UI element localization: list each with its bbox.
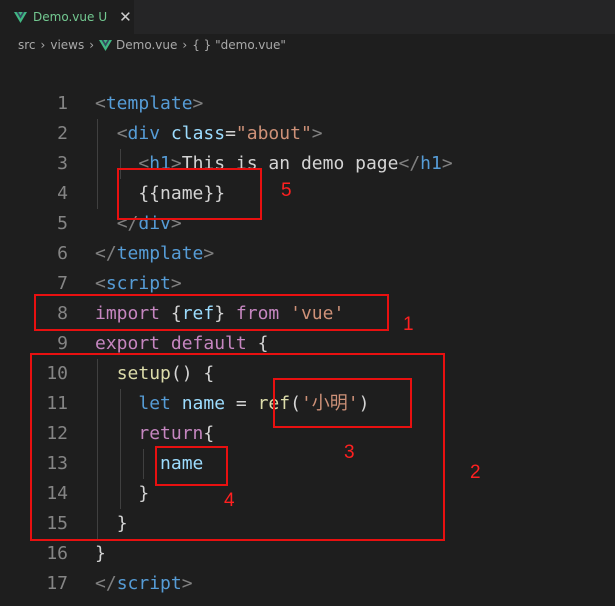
line-number: 4 [57,183,68,204]
code-token: < [116,123,128,144]
line-number: 3 [57,153,68,174]
code-line[interactable]: 5 </div> [0,209,615,239]
code-token: export [95,333,161,354]
code-token: > [181,573,193,594]
annotation-box-5 [117,168,262,220]
code-content: </script> [95,569,193,599]
code-line[interactable]: 6 </template> [0,239,615,269]
code-token: > [192,93,204,114]
untracked-status-badge: U [98,10,108,24]
breadcrumb: src › views › Demo.vue › { } "demo.vue" [0,34,615,56]
tab-bar: Demo.vue U ✕ [0,0,615,34]
code-token: default [170,333,247,354]
line-number: 5 [57,213,68,234]
tab-demo-vue[interactable]: Demo.vue U ✕ [0,0,134,34]
code-line[interactable]: 3 <h1>This is an demo page</h1> [0,149,615,179]
code-token: script [116,573,182,594]
code-content: <template> [95,89,203,119]
code-token: template [105,93,193,114]
annotation-box-4 [155,446,228,486]
close-tab-icon[interactable]: ✕ [119,8,132,26]
code-content: } [95,539,106,569]
breadcrumb-file-label: Demo.vue [116,38,178,52]
line-number: 16 [46,543,68,564]
code-content: </template> [95,239,214,269]
line-number: 17 [46,573,68,594]
breadcrumb-src[interactable]: src [18,38,36,52]
line-number: 1 [57,93,68,114]
annotation-number-3: 3 [344,442,355,463]
code-token: > [203,243,215,264]
code-line[interactable]: 2 <div class="about"> [0,119,615,149]
line-number: 6 [57,243,68,264]
annotation-number-4: 4 [224,490,235,511]
code-token: > [311,123,323,144]
code-token: < [95,93,106,114]
code-line[interactable]: 4 {{name}} [0,179,615,209]
annotation-box-1 [34,294,389,331]
code-token: </ [95,573,117,594]
code-token: < [95,273,106,294]
code-line[interactable]: 16} [0,539,615,569]
chevron-right-icon: › [40,38,46,52]
code-token: template [116,243,204,264]
code-token: { [257,333,269,354]
annotation-number-2: 2 [470,462,481,483]
breadcrumb-file[interactable]: Demo.vue [99,38,177,52]
annotation-box-3 [273,378,412,428]
breadcrumb-symbol[interactable]: { } "demo.vue" [192,38,286,52]
code-line[interactable]: 17 </script> [0,569,615,599]
code-token: > [441,153,453,174]
chevron-right-icon: › [89,38,95,52]
code-token: } [95,543,106,564]
chevron-right-icon: › [182,38,188,52]
tab-filename: Demo.vue [33,10,95,24]
code-token: > [170,273,182,294]
code-token: "about" [235,123,312,144]
vue-file-icon [99,40,112,51]
code-token: h1 [420,153,442,174]
code-line[interactable]: 1 <template> [0,89,615,119]
vue-file-icon [14,12,27,23]
code-content: <div class="about"> [95,119,323,149]
breadcrumb-views[interactable]: views [50,38,84,52]
code-token: </ [95,243,117,264]
annotation-number-5: 5 [281,180,292,201]
code-token: = [225,123,236,144]
annotation-number-1: 1 [403,314,414,335]
code-token: </ [398,153,421,174]
code-token: script [105,273,171,294]
line-number: 2 [57,123,68,144]
code-token: div [127,123,161,144]
code-token: class [170,123,226,144]
